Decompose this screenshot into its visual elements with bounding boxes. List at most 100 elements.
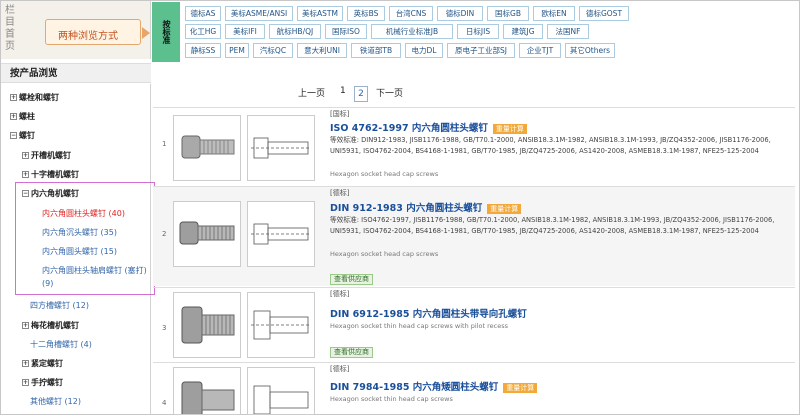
tab-standard[interactable]: PEM: [225, 43, 249, 58]
expand-icon[interactable]: +: [22, 379, 29, 386]
tab-standard[interactable]: 美标IFI: [225, 24, 265, 39]
column-home-title[interactable]: 栏目首页: [5, 5, 23, 53]
product-photo[interactable]: [173, 367, 241, 415]
tab-standard[interactable]: 国标GB: [487, 6, 529, 21]
view-suppliers-button[interactable]: 查看供应商: [330, 347, 373, 358]
product-photo[interactable]: [173, 292, 241, 358]
page-2-current[interactable]: 2: [354, 86, 368, 102]
prev-page-link[interactable]: 上一页: [298, 86, 325, 99]
page-1-link[interactable]: 1: [340, 86, 346, 96]
tree-item[interactable]: + 十字槽机螺钉: [22, 169, 79, 180]
equivalent-standards: 等效标准: ISO4762-1997, JISB1176-1988, GB/T7…: [330, 216, 775, 235]
product-title-text[interactable]: DIN 6912-1985 内六角圆柱头带导向孔螺钉: [330, 309, 527, 320]
sidebar-title: 按产品浏览: [1, 63, 151, 83]
tree-item[interactable]: + 手拧螺钉: [22, 377, 63, 388]
product-title[interactable]: DIN 912-1983 内六角圆柱头螺钉 重量计算: [330, 200, 522, 214]
tab-standard[interactable]: 美标ASME/ANSI: [225, 6, 293, 21]
tree-item-label: 梅花槽机螺钉: [31, 321, 79, 330]
tab-standard[interactable]: 企业TJT: [519, 43, 561, 58]
tab-standard[interactable]: 台湾CNS: [389, 6, 433, 21]
expand-icon[interactable]: +: [22, 360, 29, 367]
tab-standard[interactable]: 德标GOST: [579, 6, 629, 21]
expand-icon[interactable]: +: [22, 152, 29, 159]
standard-tag: [德标]: [330, 189, 350, 197]
tab-standard[interactable]: 日标JIS: [457, 24, 499, 39]
product-title[interactable]: DIN 6912-1985 内六角圆柱头带导向孔螺钉: [330, 306, 527, 320]
tree-item-label: 螺栓和螺钉: [19, 93, 59, 102]
tab-standard[interactable]: 电力DL: [405, 43, 443, 58]
tab-standard[interactable]: 铁道部TB: [351, 43, 401, 58]
tab-standard[interactable]: 意大利UNI: [297, 43, 347, 58]
next-page-link[interactable]: 下一页: [376, 86, 403, 99]
product-row: 4 [德标] DIN 7984-1985 内六角矮圆柱头螺钉 重量计算 Hexag…: [153, 362, 795, 415]
tab-standard[interactable]: 德标AS: [185, 6, 221, 21]
equivalent-standards: 等效标准: DIN912-1983, JISB1176-1988, GB/T70…: [330, 136, 771, 155]
tab-standard[interactable]: 原电子工业部SJ: [447, 43, 515, 58]
tab-standard[interactable]: 美标ASTM: [297, 6, 343, 21]
tree-item[interactable]: + 梅花槽机螺钉: [22, 320, 79, 331]
arrow-right-icon: [142, 27, 150, 39]
tree-item-link[interactable]: 其他螺钉 (12): [30, 396, 81, 407]
tree-item[interactable]: + 螺栓和螺钉: [10, 92, 59, 103]
product-title-text[interactable]: ISO 4762-1997 内六角圆柱头螺钉: [330, 123, 488, 134]
row-number: 1: [162, 140, 167, 148]
product-title-text[interactable]: DIN 7984-1985 内六角矮圆柱头螺钉: [330, 382, 498, 393]
tree-item-label: 紧定螺钉: [31, 359, 63, 368]
tab-standard[interactable]: 英标BS: [347, 6, 385, 21]
tab-standard[interactable]: 汽标QC: [253, 43, 293, 58]
expand-icon[interactable]: +: [22, 171, 29, 178]
tab-standard[interactable]: 法国NF: [547, 24, 589, 39]
product-title[interactable]: ISO 4762-1997 内六角圆柱头螺钉 重量计算: [330, 120, 527, 134]
product-row: 1 [国标] ISO 4762-1997 内六角圆柱头螺钉 重量计算 等效标准: …: [153, 107, 795, 185]
tree-item[interactable]: + 紧定螺钉: [22, 358, 63, 369]
tab-standard[interactable]: 航标HB/QJ: [269, 24, 321, 39]
tree-item-link[interactable]: 十二角槽螺钉 (4): [30, 339, 92, 350]
expand-icon[interactable]: +: [22, 322, 29, 329]
product-photo[interactable]: [173, 115, 241, 181]
tree-item-link[interactable]: 四方槽螺钉 (12): [30, 300, 89, 311]
browse-mode-box: 两种浏览方式: [45, 19, 141, 45]
tree-item[interactable]: + 螺柱: [10, 111, 35, 122]
weight-calc-button[interactable]: 重量计算: [492, 123, 527, 134]
standard-tag: [德标]: [330, 365, 350, 373]
tree-item-label: 十字槽机螺钉: [31, 170, 79, 179]
tab-standard[interactable]: 德标DIN: [437, 6, 483, 21]
product-subtitle: Hexagon socket thin head cap screws with…: [330, 322, 508, 330]
by-standard-label: 按标准: [152, 2, 180, 62]
expand-icon[interactable]: +: [10, 94, 17, 101]
tree-item-label: 手拧螺钉: [31, 378, 63, 387]
browse-mode-label: 两种浏览方式: [58, 31, 118, 42]
tree-item[interactable]: + 开槽机螺钉: [22, 150, 71, 161]
collapse-icon[interactable]: −: [10, 132, 17, 139]
weight-calc-button[interactable]: 重量计算: [503, 382, 538, 393]
product-drawing[interactable]: [247, 367, 315, 415]
row-number: 3: [162, 324, 167, 332]
product-title-text[interactable]: DIN 912-1983 内六角圆柱头螺钉: [330, 203, 482, 214]
tree-item-label: 螺钉: [19, 131, 35, 140]
product-subtitle: Hexagon socket head cap screws: [330, 250, 439, 258]
row-number: 4: [162, 399, 167, 407]
product-drawing[interactable]: [247, 201, 315, 267]
tab-standard[interactable]: 欧标EN: [533, 6, 575, 21]
expand-icon[interactable]: +: [10, 113, 17, 120]
product-title[interactable]: DIN 7984-1985 内六角矮圆柱头螺钉 重量计算: [330, 379, 538, 393]
tab-standard[interactable]: 机械行业标准JB: [371, 24, 453, 39]
tree-item[interactable]: − 螺钉: [10, 130, 35, 141]
standard-tag: [国标]: [330, 110, 350, 118]
product-drawing[interactable]: [247, 292, 315, 358]
product-subtitle: Hexagon socket thin head cap screws: [330, 395, 453, 403]
view-suppliers-button[interactable]: 查看供应商: [330, 274, 373, 285]
highlight-box: [15, 182, 155, 295]
weight-calc-button[interactable]: 重量计算: [487, 203, 522, 214]
tab-standard[interactable]: 化工HG: [185, 24, 221, 39]
product-row: 3 [德标] DIN 6912-1985 内六角圆柱头带导向孔螺钉 Hexago…: [153, 287, 795, 361]
row-number: 2: [162, 230, 167, 238]
tab-standard[interactable]: 国际ISO: [325, 24, 367, 39]
product-photo[interactable]: [173, 201, 241, 267]
product-subtitle: Hexagon socket head cap screws: [330, 170, 439, 178]
tab-standard[interactable]: 其它Others: [565, 43, 615, 58]
product-drawing[interactable]: [247, 115, 315, 181]
tab-standard[interactable]: 建筑JG: [503, 24, 543, 39]
header-left: 栏目首页 两种浏览方式: [1, 1, 151, 59]
tab-standard[interactable]: 静标SS: [185, 43, 221, 58]
